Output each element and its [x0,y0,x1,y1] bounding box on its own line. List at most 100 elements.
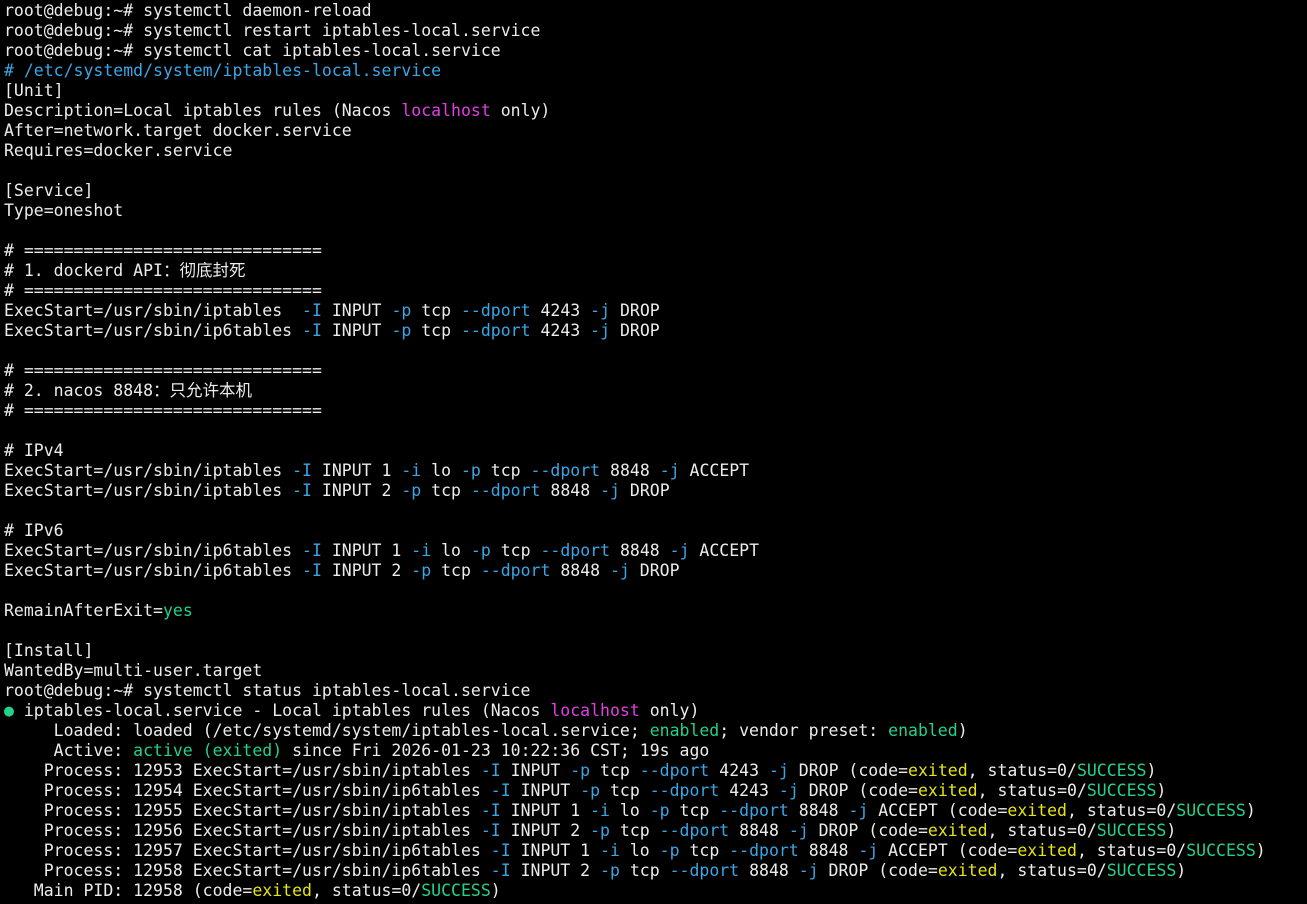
terminal-line: Process: 12956 ExecStart=/usr/sbin/iptab… [4,821,1307,841]
terminal-text-segment: lo [431,541,471,560]
terminal-line: # IPv4 [4,441,1307,461]
terminal-text-segment: -p [401,481,422,500]
terminal-text-segment: , status=0/ [987,821,1097,840]
terminal-text-segment: ) [1255,841,1266,860]
terminal-text-segment: SUCCESS [1096,821,1167,840]
terminal-text-segment: enabled [649,721,720,740]
terminal-text-segment: since Fri 2026-01-23 10:22:36 CST; 19s a… [282,741,710,760]
terminal-line: # ============================== [4,281,1307,301]
terminal-text-segment: 8848 [798,841,859,860]
terminal-text-segment: , status=0/ [977,781,1087,800]
terminal-text-segment: DROP [629,561,680,580]
terminal-text-segment: SUCCESS [1086,781,1157,800]
terminal-line: [Unit] [4,81,1307,101]
terminal-line: [Install] [4,641,1307,661]
terminal-text-segment: SUCCESS [1176,801,1246,820]
terminal-text-segment: INPUT [321,321,392,340]
terminal-text-segment: -j [590,321,611,340]
terminal-text-segment: -I [480,761,501,780]
terminal-text-segment: 8848 [739,861,799,880]
terminal-text-segment: localhost [550,701,640,720]
terminal-text-segment: RemainAfterExit= [4,601,163,620]
terminal-text-segment: # /etc/systemd/system/iptables-local.ser… [4,61,442,80]
terminal-text-segment: -I [480,821,501,840]
terminal-text-segment: --dport [729,841,799,860]
terminal-line: WantedBy=multi-user.target [4,661,1307,681]
terminal-text-segment: ; vendor preset: [719,721,889,740]
terminal-text-segment: 8848 [788,801,849,820]
terminal-text-segment: only) [490,101,551,120]
terminal-text-segment: Type=oneshot [4,201,124,220]
terminal-text-segment: SUCCESS [421,881,491,900]
terminal-text-segment: Process: 12953 ExecStart=/usr/sbin/iptab… [4,761,481,780]
terminal-text-segment: -j [669,541,690,560]
terminal-text-segment: -p [590,821,610,840]
terminal-text-segment: tcp [431,561,481,580]
terminal-text-segment: --dport [480,561,551,580]
terminal-text-segment: DROP (code= [808,821,928,840]
terminal-text-segment: WantedBy=multi-user.target [4,661,263,680]
terminal-text-segment: # ============================== [4,401,322,420]
terminal-text-segment: 8848 [729,821,789,840]
terminal-text-segment: only) [639,701,700,720]
terminal-text-segment: INPUT 1 [321,541,412,560]
terminal-text-segment: --dport [649,781,720,800]
terminal-text-segment: ACCEPT [689,541,760,560]
terminal-text-segment: ACCEPT (code= [868,801,1008,820]
terminal-line: ExecStart=/usr/sbin/ip6tables -I INPUT 1… [4,541,1307,561]
terminal-text-segment: ) [1146,761,1157,780]
terminal-text-segment: tcp [490,541,541,560]
terminal-text-segment: SUCCESS [1076,761,1147,780]
terminal-text-segment: ExecStart=/usr/sbin/iptables [4,481,293,500]
terminal-text-segment: exited [908,761,968,780]
terminal-text-segment: exited [917,781,978,800]
terminal-line: Active: active (exited) since Fri 2026-0… [4,741,1307,761]
terminal-line: Description=Local iptables rules (Nacos … [4,101,1307,121]
terminal-text-segment: , status=0/ [1076,841,1187,860]
terminal-text-segment: After=network.target docker.service [4,121,352,140]
terminal-line: RemainAfterExit=yes [4,601,1307,621]
terminal-line: ExecStart=/usr/sbin/ip6tables -I INPUT -… [4,321,1307,341]
terminal-text-segment: exited [937,861,998,880]
terminal-output[interactable]: root@debug:~# systemctl daemon-reload roo… [0,0,1307,904]
terminal-text-segment: -j [848,801,869,820]
terminal-text-segment: -j [798,861,819,880]
terminal-text-segment: -p [659,841,680,860]
terminal-text-segment: INPUT [321,301,392,320]
terminal-text-segment: ) [1176,861,1187,880]
terminal-text-segment: # ============================== [4,241,322,260]
terminal-text-segment: root@debug:~# systemctl restart iptables… [4,21,541,40]
terminal-text-segment: -i [401,461,422,480]
terminal-text-segment: -p [470,541,491,560]
terminal-line: root@debug:~# systemctl restart iptables… [4,21,1307,41]
terminal-text-segment: ) [957,721,968,740]
terminal-text-segment: INPUT 2 [321,561,412,580]
terminal-line: # /etc/systemd/system/iptables-local.ser… [4,61,1307,81]
terminal-line: Requires=docker.service [4,141,1307,161]
terminal-text-segment: -j [768,761,789,780]
terminal-text-segment: # IPv4 [4,441,64,460]
terminal-text-segment: tcp [600,781,650,800]
terminal-text-segment: -p [649,801,670,820]
terminal-text-segment: -I [292,481,312,500]
terminal-text-segment: [Service] [4,181,94,200]
terminal-text-segment: INPUT 2 [510,861,601,880]
terminal-text-segment: -I [490,781,511,800]
terminal-text-segment: lo [421,461,461,480]
terminal-text-segment: ExecStart=/usr/sbin/ip6tables [4,321,303,340]
terminal-text-segment: -j [590,301,611,320]
terminal-text-segment: yes [162,601,193,620]
terminal-text-segment: -I [480,801,501,820]
terminal-text-segment: # ============================== [4,281,322,300]
terminal-text-segment: tcp [411,301,461,320]
terminal-text-segment: DROP (code= [798,781,918,800]
terminal-line: [Service] [4,181,1307,201]
terminal-text-segment: DROP [610,321,660,340]
terminal-line: Loaded: loaded (/etc/systemd/system/ipta… [4,721,1307,741]
terminal-text-segment: tcp [590,761,640,780]
terminal-text-segment: , status=0/ [967,761,1077,780]
terminal-text-segment: Loaded: loaded (/etc/systemd/system/ipta… [4,721,650,740]
terminal-text-segment: --dport [669,861,740,880]
